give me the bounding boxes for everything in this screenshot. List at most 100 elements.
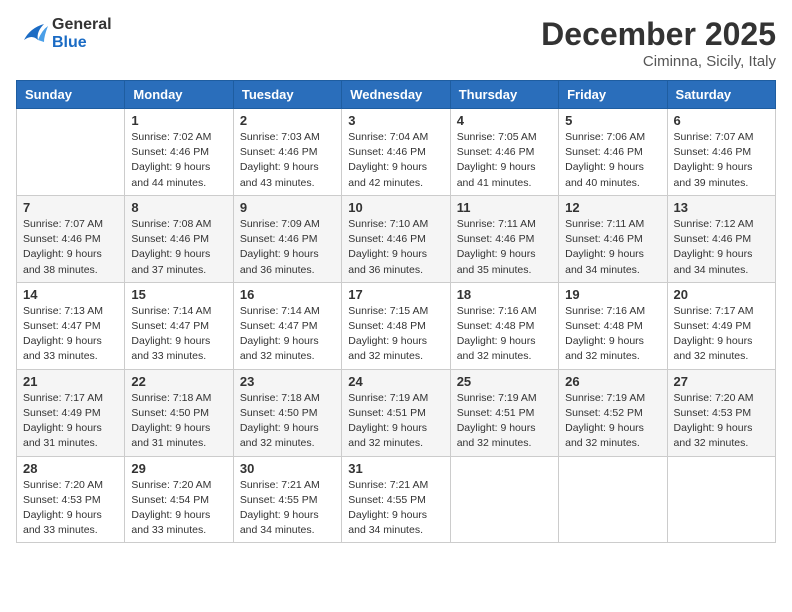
day-number: 24 — [348, 374, 443, 389]
header-friday: Friday — [559, 81, 667, 109]
day-number: 8 — [131, 200, 226, 215]
day-number: 18 — [457, 287, 552, 302]
table-row: 13 Sunrise: 7:12 AMSunset: 4:46 PMDayligh… — [667, 195, 775, 282]
header-monday: Monday — [125, 81, 233, 109]
table-row — [559, 456, 667, 543]
logo: General Blue — [16, 16, 112, 52]
calendar-table: Sunday Monday Tuesday Wednesday Thursday… — [16, 80, 776, 543]
day-info: Sunrise: 7:04 AMSunset: 4:46 PMDaylight:… — [348, 130, 443, 191]
header-saturday: Saturday — [667, 81, 775, 109]
table-row: 12Sunrise: 7:11 AMSunset: 4:46 PMDayligh… — [559, 195, 667, 282]
day-info: Sunrise: 7:09 AMSunset: 4:46 PMDaylight:… — [240, 217, 335, 278]
day-info: Sunrise: 7:15 AMSunset: 4:48 PMDaylight:… — [348, 304, 443, 365]
day-number: 15 — [131, 287, 226, 302]
calendar-week-row: 1 Sunrise: 7:02 AMSunset: 4:46 PMDaylight… — [17, 109, 776, 196]
day-info: Sunrise: 7:18 AMSunset: 4:50 PMDaylight:… — [240, 391, 335, 452]
day-number: 11 — [457, 200, 552, 215]
day-info: Sunrise: 7:10 AMSunset: 4:46 PMDaylight:… — [348, 217, 443, 278]
day-info: Sunrise: 7:12 AMSunset: 4:46 PMDaylight:… — [674, 217, 769, 278]
day-info: Sunrise: 7:08 AMSunset: 4:46 PMDaylight:… — [131, 217, 226, 278]
day-number: 3 — [348, 113, 443, 128]
day-info: Sunrise: 7:18 AMSunset: 4:50 PMDaylight:… — [131, 391, 226, 452]
table-row: 2Sunrise: 7:03 AMSunset: 4:46 PMDaylight… — [233, 109, 341, 196]
logo-text: General Blue — [52, 16, 112, 52]
table-row: 3 Sunrise: 7:04 AMSunset: 4:46 PMDaylight… — [342, 109, 450, 196]
day-number: 5 — [565, 113, 660, 128]
day-number: 26 — [565, 374, 660, 389]
table-row: 15 Sunrise: 7:14 AMSunset: 4:47 PMDayligh… — [125, 282, 233, 369]
day-info: Sunrise: 7:14 AMSunset: 4:47 PMDaylight:… — [240, 304, 335, 365]
day-number: 25 — [457, 374, 552, 389]
day-number: 22 — [131, 374, 226, 389]
table-row: 16 Sunrise: 7:14 AMSunset: 4:47 PMDayligh… — [233, 282, 341, 369]
day-info: Sunrise: 7:17 AMSunset: 4:49 PMDaylight:… — [23, 391, 118, 452]
table-row: 30 Sunrise: 7:21 AMSunset: 4:55 PMDayligh… — [233, 456, 341, 543]
day-number: 19 — [565, 287, 660, 302]
day-number: 30 — [240, 461, 335, 476]
calendar-week-row: 7 Sunrise: 7:07 AMSunset: 4:46 PMDaylight… — [17, 195, 776, 282]
table-row: 27 Sunrise: 7:20 AMSunset: 4:53 PMDayligh… — [667, 369, 775, 456]
calendar-week-row: 14Sunrise: 7:13 AMSunset: 4:47 PMDayligh… — [17, 282, 776, 369]
day-info: Sunrise: 7:19 AMSunset: 4:51 PMDaylight:… — [457, 391, 552, 452]
day-info: Sunrise: 7:16 AMSunset: 4:48 PMDaylight:… — [457, 304, 552, 365]
day-number: 23 — [240, 374, 335, 389]
day-info: Sunrise: 7:05 AMSunset: 4:46 PMDaylight:… — [457, 130, 552, 191]
table-row: 19 Sunrise: 7:16 AMSunset: 4:48 PMDayligh… — [559, 282, 667, 369]
page-header: General Blue December 2025 Ciminna, Sici… — [16, 16, 776, 70]
table-row: 10 Sunrise: 7:10 AMSunset: 4:46 PMDayligh… — [342, 195, 450, 282]
table-row: 22 Sunrise: 7:18 AMSunset: 4:50 PMDayligh… — [125, 369, 233, 456]
calendar-week-row: 28Sunrise: 7:20 AMSunset: 4:53 PMDayligh… — [17, 456, 776, 543]
day-info: Sunrise: 7:11 AMSunset: 4:46 PMDaylight:… — [565, 217, 660, 278]
table-row: 31Sunrise: 7:21 AMSunset: 4:55 PMDayligh… — [342, 456, 450, 543]
location: Ciminna, Sicily, Italy — [541, 53, 776, 70]
day-number: 29 — [131, 461, 226, 476]
day-info: Sunrise: 7:16 AMSunset: 4:48 PMDaylight:… — [565, 304, 660, 365]
day-info: Sunrise: 7:19 AMSunset: 4:52 PMDaylight:… — [565, 391, 660, 452]
day-number: 20 — [674, 287, 769, 302]
table-row: 23 Sunrise: 7:18 AMSunset: 4:50 PMDayligh… — [233, 369, 341, 456]
day-number: 1 — [131, 113, 226, 128]
calendar-week-row: 21Sunrise: 7:17 AMSunset: 4:49 PMDayligh… — [17, 369, 776, 456]
header-thursday: Thursday — [450, 81, 558, 109]
table-row: 6 Sunrise: 7:07 AMSunset: 4:46 PMDaylight… — [667, 109, 775, 196]
day-info: Sunrise: 7:07 AMSunset: 4:46 PMDaylight:… — [674, 130, 769, 191]
day-info: Sunrise: 7:21 AMSunset: 4:55 PMDaylight:… — [240, 478, 335, 539]
table-row — [17, 109, 125, 196]
table-row: 17 Sunrise: 7:15 AMSunset: 4:48 PMDayligh… — [342, 282, 450, 369]
table-row: 11 Sunrise: 7:11 AMSunset: 4:46 PMDayligh… — [450, 195, 558, 282]
day-number: 7 — [23, 200, 118, 215]
day-info: Sunrise: 7:20 AMSunset: 4:53 PMDaylight:… — [23, 478, 118, 539]
table-row: 14Sunrise: 7:13 AMSunset: 4:47 PMDayligh… — [17, 282, 125, 369]
day-info: Sunrise: 7:11 AMSunset: 4:46 PMDaylight:… — [457, 217, 552, 278]
header-wednesday: Wednesday — [342, 81, 450, 109]
header-sunday: Sunday — [17, 81, 125, 109]
day-number: 16 — [240, 287, 335, 302]
table-row: 28Sunrise: 7:20 AMSunset: 4:53 PMDayligh… — [17, 456, 125, 543]
day-number: 17 — [348, 287, 443, 302]
table-row — [450, 456, 558, 543]
table-row: 18 Sunrise: 7:16 AMSunset: 4:48 PMDayligh… — [450, 282, 558, 369]
table-row: 24Sunrise: 7:19 AMSunset: 4:51 PMDayligh… — [342, 369, 450, 456]
day-info: Sunrise: 7:03 AMSunset: 4:46 PMDaylight:… — [240, 130, 335, 191]
calendar-header-row: Sunday Monday Tuesday Wednesday Thursday… — [17, 81, 776, 109]
day-number: 4 — [457, 113, 552, 128]
table-row: 21Sunrise: 7:17 AMSunset: 4:49 PMDayligh… — [17, 369, 125, 456]
day-number: 13 — [674, 200, 769, 215]
table-row — [667, 456, 775, 543]
table-row: 1 Sunrise: 7:02 AMSunset: 4:46 PMDaylight… — [125, 109, 233, 196]
day-info: Sunrise: 7:20 AMSunset: 4:53 PMDaylight:… — [674, 391, 769, 452]
day-number: 9 — [240, 200, 335, 215]
table-row: 20 Sunrise: 7:17 AMSunset: 4:49 PMDayligh… — [667, 282, 775, 369]
table-row: 25 Sunrise: 7:19 AMSunset: 4:51 PMDayligh… — [450, 369, 558, 456]
day-info: Sunrise: 7:07 AMSunset: 4:46 PMDaylight:… — [23, 217, 118, 278]
title-area: December 2025 Ciminna, Sicily, Italy — [541, 16, 776, 70]
day-info: Sunrise: 7:14 AMSunset: 4:47 PMDaylight:… — [131, 304, 226, 365]
day-number: 14 — [23, 287, 118, 302]
day-number: 27 — [674, 374, 769, 389]
day-number: 6 — [674, 113, 769, 128]
table-row: 8 Sunrise: 7:08 AMSunset: 4:46 PMDaylight… — [125, 195, 233, 282]
day-info: Sunrise: 7:17 AMSunset: 4:49 PMDaylight:… — [674, 304, 769, 365]
day-number: 10 — [348, 200, 443, 215]
logo-icon — [16, 20, 48, 48]
day-info: Sunrise: 7:02 AMSunset: 4:46 PMDaylight:… — [131, 130, 226, 191]
